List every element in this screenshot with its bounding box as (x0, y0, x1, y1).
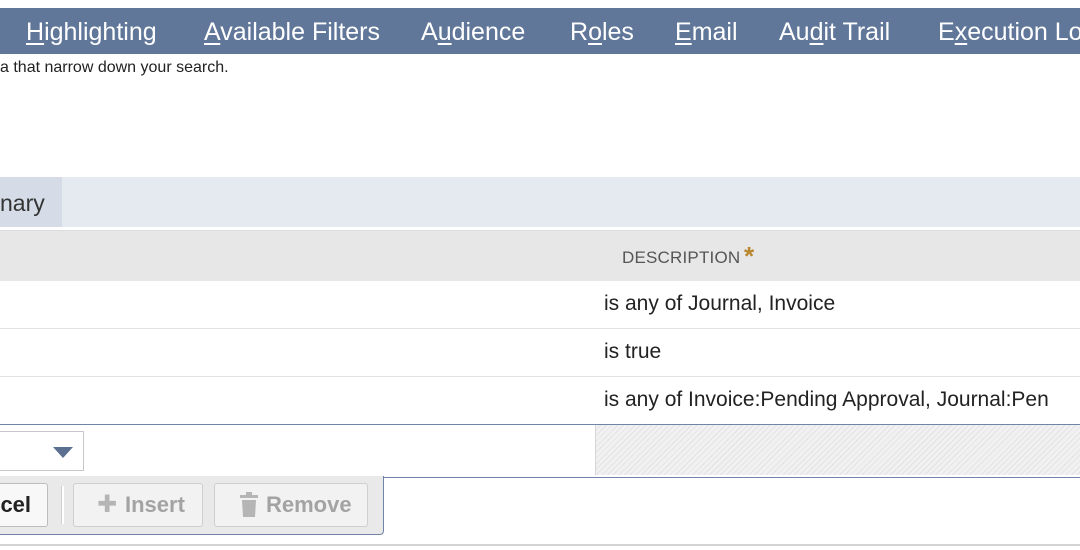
tab-label-start: R (570, 18, 589, 46)
filter-select[interactable] (0, 431, 84, 471)
subtab-strip: nary (0, 177, 1080, 227)
plus-icon: ✚ (97, 491, 118, 518)
tab-accesskey: H (26, 18, 45, 46)
tab-available-filters[interactable]: Available Filters (204, 8, 380, 54)
tab-roles[interactable]: Roles (570, 8, 634, 54)
tab-label-rest: mail (691, 18, 738, 46)
disabled-description-cell (595, 425, 1080, 475)
tab-label-start: A (421, 18, 438, 46)
trash-icon-svg (240, 492, 258, 517)
tab-email[interactable]: Email (675, 8, 738, 54)
tab-label-rest: ecution Log (967, 18, 1080, 46)
table-row[interactable]: is any of Invoice:Pending Approval, Jour… (0, 377, 1080, 425)
chevron-down-icon (53, 447, 73, 458)
remove-button[interactable]: Remove (214, 483, 368, 527)
table-row[interactable]: is any of Journal, Invoice (0, 281, 1080, 329)
row-action-bar: ncel ✚ Insert Remove (0, 476, 384, 535)
tab-audience[interactable]: Audience (421, 8, 525, 54)
insert-label: Insert (125, 492, 185, 517)
tab-label-start: Au (779, 18, 810, 46)
trash-icon (239, 484, 259, 532)
main-tab-bar: Highlighting Available Filters Audience … (0, 8, 1080, 54)
tab-highlighting[interactable]: Highlighting (26, 8, 157, 54)
tab-accesskey: E (675, 18, 692, 46)
grid-header: DESCRIPTION * (0, 230, 1080, 281)
subtab-summary[interactable]: nary (0, 177, 62, 227)
tab-accesskey: x (954, 18, 968, 46)
tab-audit-trail[interactable]: Audit Trail (779, 8, 890, 54)
column-header-description: DESCRIPTION (622, 248, 741, 267)
edit-row (0, 424, 1080, 478)
cancel-label: ncel (0, 492, 32, 517)
description-cell: is any of Invoice:Pending Approval, Jour… (604, 388, 1049, 411)
tab-label-rest: ighlighting (44, 18, 157, 46)
tab-label-rest: les (601, 18, 634, 46)
tab-accesskey: u (437, 18, 452, 46)
tab-accesskey: o (588, 18, 602, 46)
tab-accesskey: A (204, 18, 221, 46)
cancel-button[interactable]: ncel (0, 483, 48, 527)
required-marker: * (744, 241, 755, 271)
button-divider (61, 486, 64, 524)
tab-label-rest: it Trail (823, 18, 891, 46)
bottom-divider (0, 544, 1080, 546)
remove-label: Remove (266, 492, 352, 517)
table-row[interactable]: is true (0, 329, 1080, 377)
tab-label-start: E (938, 18, 955, 46)
section-description: a that narrow down your search. (0, 59, 229, 76)
description-cell: is true (604, 340, 662, 363)
subtab-label: nary (0, 190, 45, 216)
tab-accesskey: d (809, 18, 824, 46)
description-cell: is any of Journal, Invoice (604, 292, 836, 315)
tab-label-rest: dience (451, 18, 526, 46)
tab-label-rest: vailable Filters (220, 18, 381, 46)
insert-button[interactable]: ✚ Insert (73, 483, 203, 527)
tab-execution-log[interactable]: Execution Log (938, 8, 1080, 54)
